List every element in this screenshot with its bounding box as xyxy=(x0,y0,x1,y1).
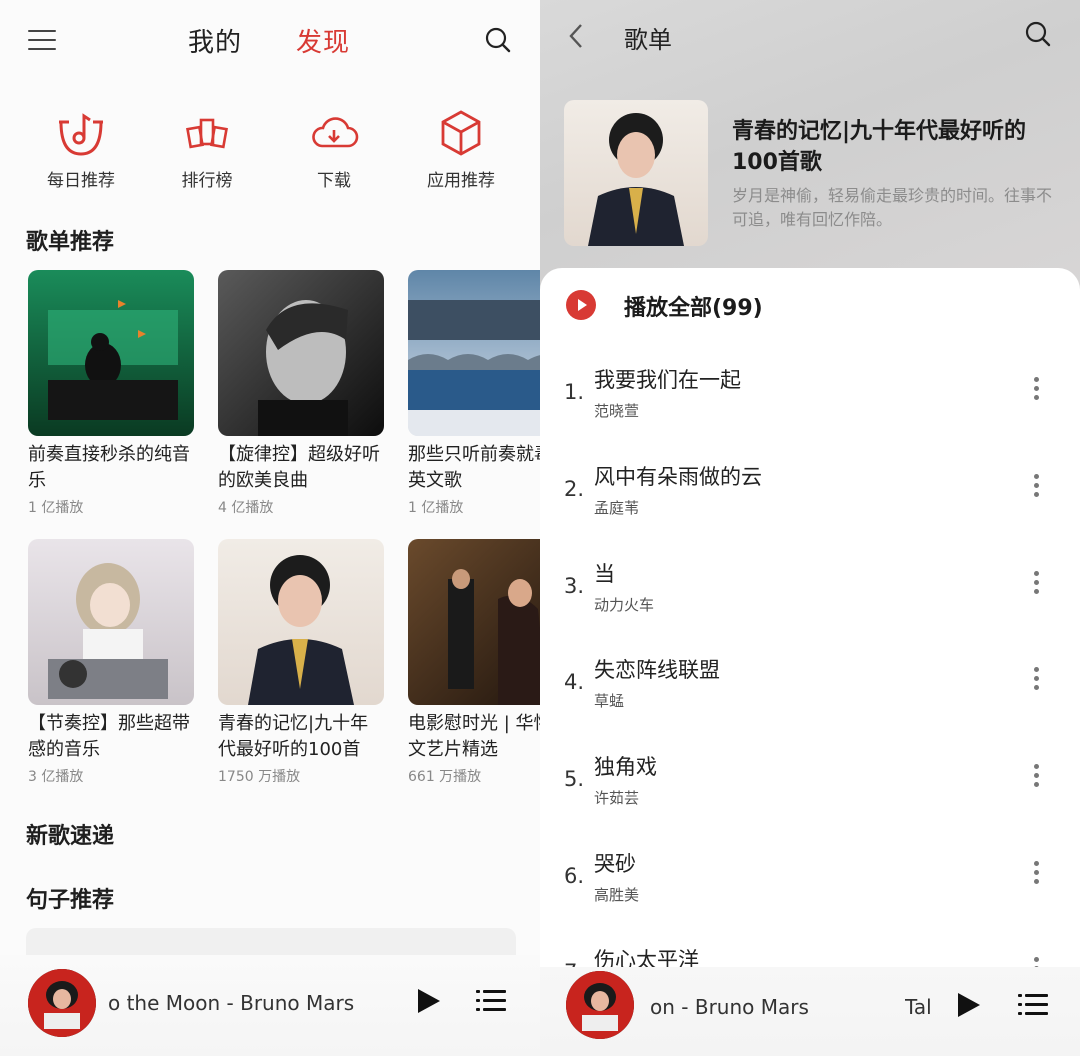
song-index: 4. xyxy=(564,670,585,694)
song-index: 3. xyxy=(564,574,585,598)
menu-icon[interactable] xyxy=(28,28,58,52)
now-playing-title: on - Bruno Mars xyxy=(650,995,809,1019)
more-options-icon[interactable] xyxy=(1024,858,1048,888)
playlist-detail-screen: 歌单 青春的记忆|九十年代最好听的100首歌 岁月是神偷，轻易偷走最珍贵的时间。… xyxy=(540,0,1080,1056)
shortcut-label: 下载 xyxy=(317,171,351,191)
song-row[interactable]: 6. 哭砂 高胜美 xyxy=(540,832,1080,928)
shortcut-label: 应用推荐 xyxy=(427,171,495,191)
tab-mine[interactable]: 我的 xyxy=(188,22,242,59)
song-artist: 范晓萱 xyxy=(594,402,640,420)
playlist-name: 前奏直接秒杀的纯音乐 xyxy=(28,444,190,491)
playlist-name: 青春的记忆|九十年代最好听的100首 xyxy=(218,713,369,760)
section-title-quotes: 句子推荐 xyxy=(26,888,115,913)
back-icon[interactable] xyxy=(566,22,586,50)
playlist-cover xyxy=(218,539,384,705)
top-bar: 我的 发现 xyxy=(0,0,540,80)
song-row[interactable]: 1. 我要我们在一起 范晓萱 xyxy=(540,348,1080,444)
playlist-cover xyxy=(408,270,540,436)
playlist-plays: 661 万播放 xyxy=(408,769,482,785)
daily-recommend-icon xyxy=(59,113,103,156)
play-all-button[interactable]: 播放全部(99) xyxy=(624,290,763,322)
playlist-plays: 1750 万播放 xyxy=(218,769,301,785)
playlist-name: 【节奏控】那些超带感的音乐 xyxy=(28,713,190,760)
shortcut-daily[interactable]: 每日推荐 xyxy=(26,108,136,191)
playlist-description: 岁月是神偷，轻易偷走最珍贵的时间。往事不可追，唯有回忆作陪。 xyxy=(732,186,1053,229)
search-icon[interactable] xyxy=(484,26,512,54)
song-index: 2. xyxy=(564,477,585,501)
more-options-icon[interactable] xyxy=(1024,664,1048,694)
playlist-name: 那些只听前奏就毒的英文歌 xyxy=(408,444,540,491)
song-title: 失恋阵线联盟 xyxy=(594,658,720,682)
playlist-header: 歌单 青春的记忆|九十年代最好听的100首歌 岁月是神偷，轻易偷走最珍贵的时间。… xyxy=(540,0,1080,300)
playlist-card[interactable]: 【节奏控】那些超带感的音乐 3 亿播放 xyxy=(28,539,196,786)
song-title: 独角戏 xyxy=(594,755,657,779)
song-title: 哭砂 xyxy=(594,852,636,876)
playlist-name: 电影慰时光 | 华怀旧文艺片精选 xyxy=(408,713,540,760)
section-title-playlists: 歌单推荐 xyxy=(26,230,115,255)
search-icon[interactable] xyxy=(1024,20,1052,48)
shortcut-charts[interactable]: 排行榜 xyxy=(152,108,262,191)
app-box-icon xyxy=(441,110,481,156)
shortcut-label: 排行榜 xyxy=(181,171,233,191)
cloud-download-icon xyxy=(312,117,359,148)
song-list-sheet: 播放全部(99) 1. 我要我们在一起 范晓萱 2. 风中有朵雨做的云 孟庭苇 … xyxy=(540,268,1080,1056)
song-artist: 许茹芸 xyxy=(594,789,640,807)
play-icon[interactable] xyxy=(414,987,442,1015)
song-artist: 高胜美 xyxy=(594,886,640,904)
playlist-plays: 1 亿播放 xyxy=(28,500,84,516)
song-row[interactable]: 5. 独角戏 许茹芸 xyxy=(540,735,1080,831)
playlist-queue-icon[interactable] xyxy=(1018,993,1048,1017)
song-index: 1. xyxy=(564,380,585,404)
now-playing-next-title: Tal xyxy=(905,995,932,1019)
song-row[interactable]: 2. 风中有朵雨做的云 孟庭苇 xyxy=(540,445,1080,541)
playlist-name: 【旋律控】超级好听的欧美良曲 xyxy=(218,444,380,491)
more-options-icon[interactable] xyxy=(1024,761,1048,791)
mini-player[interactable]: on - Bruno Mars Tal xyxy=(540,967,1080,1056)
playlist-plays: 4 亿播放 xyxy=(218,500,274,516)
playlist-title: 青春的记忆|九十年代最好听的100首歌 xyxy=(732,119,1027,175)
discover-screen: 我的 发现 每日推荐 排行榜 下载 应用推荐 歌单推荐 前奏直接秒杀的纯音乐 1… xyxy=(0,0,540,1056)
playlist-card[interactable]: 【旋律控】超级好听的欧美良曲 4 亿播放 xyxy=(218,270,386,517)
playlist-cover xyxy=(28,539,194,705)
song-row[interactable]: 3. 当 动力火车 xyxy=(540,542,1080,638)
playlist-plays: 1 亿播放 xyxy=(408,500,464,516)
playlist-cover xyxy=(408,539,540,705)
song-title: 我要我们在一起 xyxy=(594,368,741,392)
shortcut-label: 每日推荐 xyxy=(47,171,115,191)
tab-discover[interactable]: 发现 xyxy=(296,22,350,59)
playlist-card[interactable]: 青春的记忆|九十年代最好听的100首 1750 万播放 xyxy=(218,539,386,786)
page-title: 歌单 xyxy=(624,26,672,54)
song-artist: 动力火车 xyxy=(594,596,655,614)
playlist-cover xyxy=(28,270,194,436)
more-options-icon[interactable] xyxy=(1024,471,1048,501)
playlist-card[interactable]: 电影慰时光 | 华怀旧文艺片精选 661 万播放 xyxy=(408,539,540,786)
playlist-queue-icon[interactable] xyxy=(476,989,506,1013)
playlist-cover xyxy=(564,100,708,246)
more-options-icon[interactable] xyxy=(1024,568,1048,598)
song-index: 5. xyxy=(564,767,585,791)
play-all-icon[interactable] xyxy=(566,290,596,320)
song-index: 6. xyxy=(564,864,585,888)
playlist-plays: 3 亿播放 xyxy=(28,769,84,785)
song-artist: 草蜢 xyxy=(594,692,625,710)
play-icon[interactable] xyxy=(954,991,982,1019)
song-row[interactable]: 4. 失恋阵线联盟 草蜢 xyxy=(540,638,1080,734)
more-options-icon[interactable] xyxy=(1024,374,1048,404)
shortcut-row: 每日推荐 排行榜 下载 应用推荐 xyxy=(0,108,540,198)
song-title: 风中有朵雨做的云 xyxy=(594,465,762,489)
playlist-cover xyxy=(218,270,384,436)
shortcut-apps[interactable]: 应用推荐 xyxy=(406,108,516,191)
song-title: 当 xyxy=(594,562,615,586)
section-title-new-songs: 新歌速递 xyxy=(26,824,115,849)
playlist-card[interactable]: 前奏直接秒杀的纯音乐 1 亿播放 xyxy=(28,270,196,517)
now-playing-cover xyxy=(566,971,634,1039)
playlist-card[interactable]: 那些只听前奏就毒的英文歌 1 亿播放 xyxy=(408,270,540,517)
mini-player[interactable]: o the Moon - Bruno Mars xyxy=(0,955,540,1056)
now-playing-cover xyxy=(28,969,96,1037)
song-artist: 孟庭苇 xyxy=(594,499,640,517)
charts-icon xyxy=(186,118,228,149)
shortcut-download[interactable]: 下载 xyxy=(279,108,389,191)
now-playing-title: o the Moon - Bruno Mars xyxy=(108,991,355,1015)
